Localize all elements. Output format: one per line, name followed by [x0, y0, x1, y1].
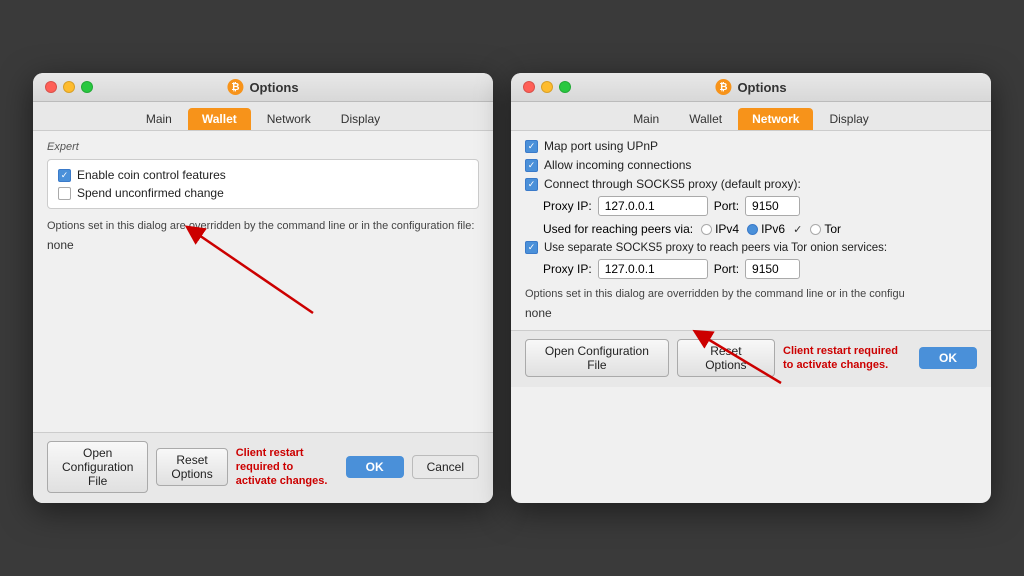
reset-options-button-left[interactable]: Reset Options — [156, 448, 227, 486]
minimize-button-left[interactable] — [63, 81, 75, 93]
right-dialog-wrapper: ₿ Options Main Wallet Network Display Ma… — [511, 73, 991, 503]
incoming-row: Allow incoming connections — [525, 158, 977, 172]
proxy2-row: Proxy IP: Port: — [525, 259, 977, 279]
right-note: Options set in this dialog are overridde… — [525, 287, 977, 302]
close-button-left[interactable] — [45, 81, 57, 93]
sep-socks5-label: Use separate SOCKS5 proxy to reach peers… — [544, 242, 887, 254]
map-port-label: Map port using UPnP — [544, 139, 658, 153]
reset-options-button-right[interactable]: Reset Options — [677, 339, 775, 377]
tab-wallet-left[interactable]: Wallet — [188, 108, 251, 130]
right-content: Map port using UPnP Allow incoming conne… — [511, 131, 991, 330]
bitcoin-icon-right: ₿ — [715, 79, 731, 95]
port-label2: Port: — [714, 262, 739, 276]
peers-row: Used for reaching peers via: IPv4 IPv6 ✓… — [525, 222, 977, 236]
maximize-button-left[interactable] — [81, 81, 93, 93]
left-none: none — [47, 238, 479, 252]
proxy-ip-input1[interactable] — [598, 196, 708, 216]
enable-coin-control-checkbox[interactable] — [58, 169, 71, 182]
open-config-button-left[interactable]: Open Configuration File — [47, 441, 148, 493]
spend-unconfirmed-row: Spend unconfirmed change — [58, 186, 468, 200]
left-dialog-title: Options — [249, 80, 298, 95]
right-tab-bar: Main Wallet Network Display — [511, 102, 991, 131]
sep-socks5-row: Use separate SOCKS5 proxy to reach peers… — [525, 241, 977, 254]
sep-socks5-checkbox[interactable] — [525, 241, 538, 254]
cancel-button-left[interactable]: Cancel — [412, 455, 479, 479]
left-tab-bar: Main Wallet Network Display — [33, 102, 493, 131]
ipv6-option: IPv6 — [747, 222, 785, 236]
spend-unconfirmed-label: Spend unconfirmed change — [77, 186, 224, 200]
tor-radio[interactable] — [810, 224, 821, 235]
left-footer: Open Configuration File Reset Options Cl… — [33, 432, 493, 503]
ipv4-radio[interactable] — [701, 224, 712, 235]
port-label1: Port: — [714, 199, 739, 213]
proxy1-row: Proxy IP: Port: — [525, 196, 977, 216]
left-content: Expert Enable coin control features Spen… — [33, 131, 493, 432]
right-dialog-title: Options — [737, 80, 786, 95]
tor-option: Tor — [810, 222, 841, 236]
enable-coin-control-label: Enable coin control features — [77, 168, 226, 182]
ok-button-left[interactable]: OK — [346, 456, 404, 478]
ipv4-option: IPv4 — [701, 222, 739, 236]
close-button-right[interactable] — [523, 81, 535, 93]
tab-wallet-right[interactable]: Wallet — [675, 108, 736, 130]
right-none: none — [525, 306, 977, 320]
proxy-ip-label1: Proxy IP: — [543, 199, 592, 213]
tab-display-right[interactable]: Display — [815, 108, 882, 130]
socks5-label: Connect through SOCKS5 proxy (default pr… — [544, 177, 801, 191]
restart-notice-right: Client restart required to activate chan… — [783, 344, 903, 373]
expert-label: Expert — [47, 141, 479, 153]
tab-network-right[interactable]: Network — [738, 108, 813, 130]
ok-button-right[interactable]: OK — [919, 347, 977, 369]
right-titlebar-title: ₿ Options — [715, 79, 786, 95]
incoming-checkbox[interactable] — [525, 159, 538, 172]
left-note: Options set in this dialog are overridde… — [47, 219, 479, 234]
right-dialog: ₿ Options Main Wallet Network Display Ma… — [511, 73, 991, 503]
enable-coin-control-row: Enable coin control features — [58, 168, 468, 182]
tab-network-left[interactable]: Network — [253, 108, 325, 130]
expert-checkbox-area: Enable coin control features Spend uncon… — [47, 159, 479, 209]
ipv6-radio[interactable] — [747, 224, 758, 235]
proxy-ip-label2: Proxy IP: — [543, 262, 592, 276]
restart-notice-left: Client restart required to activate chan… — [236, 446, 330, 489]
open-config-button-right[interactable]: Open Configuration File — [525, 339, 669, 377]
port-input1[interactable] — [745, 196, 800, 216]
spend-unconfirmed-checkbox[interactable] — [58, 187, 71, 200]
proxy-ip-input2[interactable] — [598, 259, 708, 279]
left-dialog-wrapper: ₿ Options Main Wallet Network Display Ex… — [33, 73, 493, 503]
minimize-button-right[interactable] — [541, 81, 553, 93]
socks5-checkbox[interactable] — [525, 178, 538, 191]
left-titlebar: ₿ Options — [33, 73, 493, 102]
right-footer: Open Configuration File Reset Options Cl… — [511, 330, 991, 387]
incoming-label: Allow incoming connections — [544, 158, 691, 172]
tor-label: Tor — [824, 222, 841, 236]
ipv4-label: IPv4 — [715, 222, 739, 236]
tab-display-left[interactable]: Display — [327, 108, 394, 130]
maximize-button-right[interactable] — [559, 81, 571, 93]
right-titlebar: ₿ Options — [511, 73, 991, 102]
left-titlebar-title: ₿ Options — [227, 79, 298, 95]
peers-label: Used for reaching peers via: — [543, 222, 693, 236]
socks5-row: Connect through SOCKS5 proxy (default pr… — [525, 177, 977, 191]
tab-main-left[interactable]: Main — [132, 108, 186, 130]
left-dialog: ₿ Options Main Wallet Network Display Ex… — [33, 73, 493, 503]
tab-main-right[interactable]: Main — [619, 108, 673, 130]
map-port-row: Map port using UPnP — [525, 139, 977, 153]
bitcoin-icon-left: ₿ — [227, 79, 243, 95]
ipv6-label: IPv6 — [761, 222, 785, 236]
port-input2[interactable] — [745, 259, 800, 279]
ipv6-check-mark: ✓ — [793, 223, 802, 236]
map-port-checkbox[interactable] — [525, 140, 538, 153]
